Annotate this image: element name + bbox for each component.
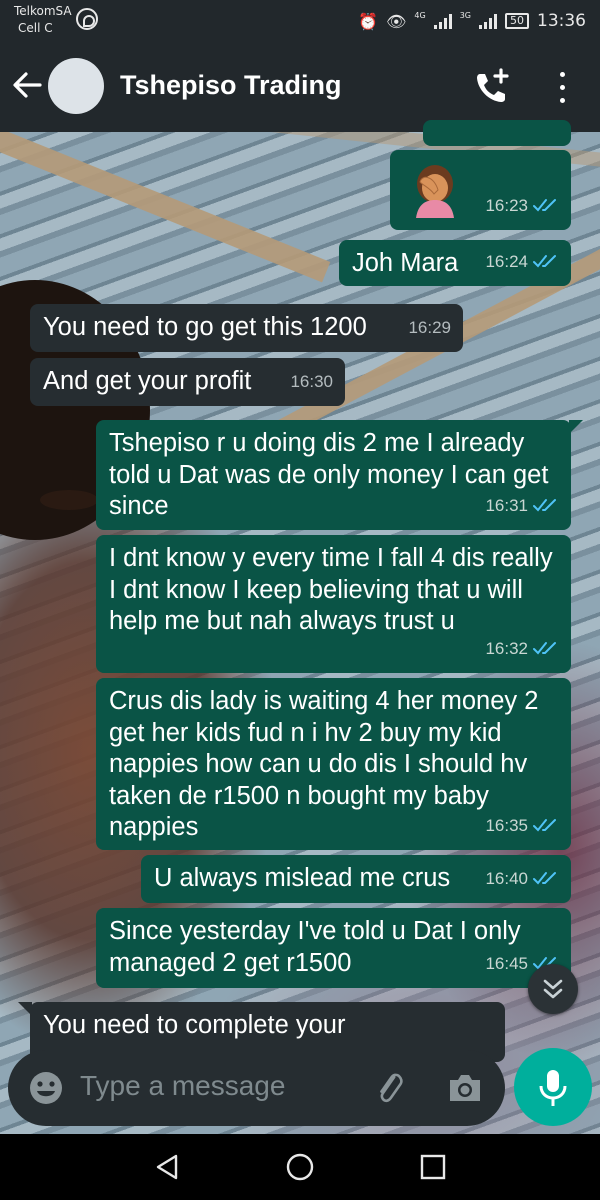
read-ticks-icon <box>533 872 556 885</box>
more-options-icon[interactable] <box>552 70 572 106</box>
network-type-2: 3G <box>459 11 471 20</box>
nav-recents-icon[interactable] <box>418 1152 448 1182</box>
message-time: 16:24 <box>485 251 528 271</box>
message-composer: Type a message <box>8 1050 505 1126</box>
message-bubble-outgoing[interactable]: Tshepiso r u doing dis 2 me I already to… <box>96 420 583 530</box>
attachment-icon[interactable] <box>372 1070 408 1106</box>
message-meta: 16:35 <box>485 810 559 842</box>
message-input[interactable]: Type a message <box>80 1070 285 1102</box>
carrier-2: Cell C <box>18 21 53 35</box>
eye-comfort-icon: 👁 <box>386 11 407 31</box>
message-meta: 16:31 <box>485 490 559 522</box>
alarm-icon: ⏰ <box>358 11 379 31</box>
read-ticks-icon <box>533 642 556 655</box>
message-time: 16:29 <box>408 317 451 337</box>
emoji-icon[interactable] <box>28 1070 64 1106</box>
message-bubble-outgoing[interactable]: U always mislead me crus 16:40 <box>141 855 571 903</box>
message-time: 16:23 <box>485 195 528 215</box>
message-time: 16:40 <box>485 868 528 888</box>
camera-icon[interactable] <box>446 1070 484 1106</box>
message-time: 16:35 <box>485 815 528 835</box>
read-ticks-icon <box>533 499 556 512</box>
voice-message-button[interactable] <box>514 1048 592 1126</box>
read-ticks-icon <box>533 255 556 268</box>
signal-icon-1 <box>433 13 452 29</box>
message-bubble-incoming[interactable]: You need to go get this 1200 16:29 <box>30 304 463 352</box>
back-arrow-icon[interactable] <box>10 68 44 102</box>
message-text: You need to complete your <box>43 1011 346 1039</box>
message-time: 16:30 <box>290 371 333 391</box>
contact-avatar[interactable] <box>48 58 104 114</box>
message-bubble-outgoing[interactable]: Crus dis lady is waiting 4 her money 2 g… <box>96 678 571 850</box>
carrier-1: TelkomSA <box>14 4 72 18</box>
battery-icon: 50 <box>505 13 529 29</box>
message-text: You need to go get this 1200 <box>43 313 367 341</box>
signal-icon-2 <box>479 13 497 29</box>
message-bubble-outgoing[interactable]: Joh Mara 16:24 <box>339 240 571 286</box>
chat-header: Tshepiso Trading <box>0 42 600 132</box>
clock: 13:36 <box>537 11 586 31</box>
message-meta: 16:24 <box>485 246 559 278</box>
message-time: 16:31 <box>485 495 528 515</box>
whatsapp-notification-icon <box>76 8 98 30</box>
message-meta: 16:32 <box>485 633 559 665</box>
message-time: 16:32 <box>485 638 528 658</box>
scroll-to-bottom-button[interactable] <box>528 964 578 1014</box>
read-ticks-icon <box>533 819 556 832</box>
woman-facepalming-emoji-icon <box>416 165 454 218</box>
message-bubble-outgoing[interactable]: 16:23 <box>390 150 571 230</box>
contact-name[interactable]: Tshepiso Trading <box>120 70 342 101</box>
message-meta: 16:23 <box>485 190 559 222</box>
add-call-icon[interactable] <box>472 68 512 108</box>
nav-home-icon[interactable] <box>285 1152 315 1182</box>
message-time: 16:45 <box>485 953 528 973</box>
read-ticks-icon <box>533 199 556 212</box>
message-bubble-outgoing[interactable]: Since yesterday I've told u Dat I only m… <box>96 908 571 988</box>
double-chevron-down-icon <box>543 979 563 999</box>
message-bubble-incoming[interactable]: And get your profit 16:30 <box>30 358 345 406</box>
message-bubble-outgoing[interactable]: I dnt know y every time I fall 4 dis rea… <box>96 535 571 673</box>
message-meta: 16:29 <box>408 312 451 344</box>
status-bar: TelkomSA Cell C ⏰ 👁 4G 3G 50 13:36 <box>0 0 600 42</box>
message-bubble-partial[interactable] <box>423 120 571 146</box>
microphone-icon <box>539 1070 567 1106</box>
nav-back-icon[interactable] <box>152 1152 182 1182</box>
message-meta: 16:40 <box>485 863 559 895</box>
network-type-1: 4G <box>414 11 426 20</box>
system-navigation-bar <box>0 1134 600 1200</box>
message-text: I dnt know y every time I fall 4 dis rea… <box>109 544 560 635</box>
message-meta: 16:30 <box>290 366 333 398</box>
